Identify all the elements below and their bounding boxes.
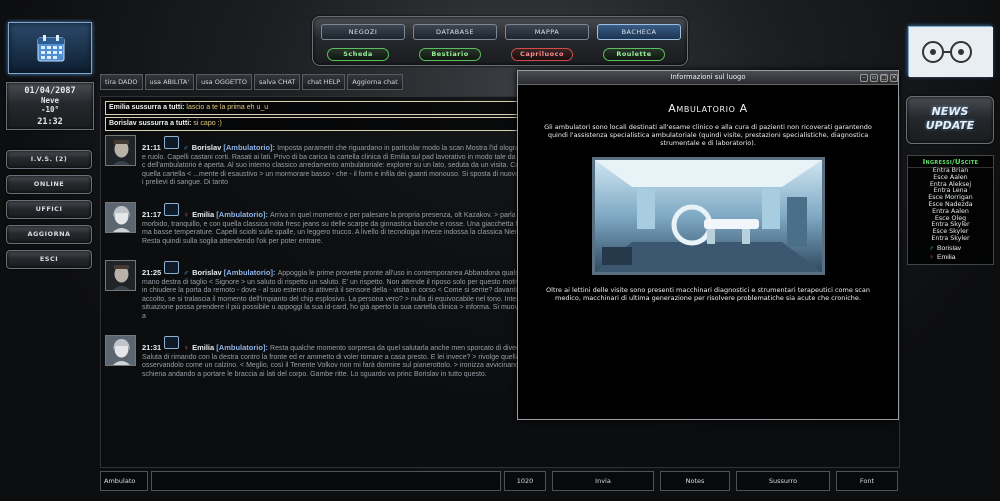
esci-button[interactable]: ESCI [6,250,92,269]
sender-name[interactable]: Borislav [192,268,222,277]
nav-database[interactable]: DATABASE [413,24,497,40]
sender-location: [Ambulatorio]: [216,210,268,219]
minimize-icon[interactable]: – [860,74,868,82]
update-label: UPDATE [925,119,975,132]
game-date: 01/04/2087 [24,86,76,96]
calendar-icon [37,35,65,62]
whisper-text: lascio a te la prima eh u_u [186,104,269,111]
message-time: 21:17 [142,210,162,219]
location-image [591,157,825,275]
nav-capriluoco[interactable]: Capriluoco [511,48,573,61]
male-icon: ♂ [929,245,935,252]
location-description: Gli ambulatori sono locali destinati all… [544,123,872,147]
tool-usa-abilita[interactable]: usa ABILITA' [144,74,195,90]
whisper-sender: Borislav sussurra a tutti: [109,120,192,127]
location-input[interactable]: Ambulato [100,471,148,491]
sender-name[interactable]: Emilia [192,210,214,219]
nav-scheda[interactable]: Scheda [327,48,389,61]
tool-chat-help[interactable]: chat HELP [302,74,346,90]
modify-icon[interactable] [164,336,180,349]
uffici-button[interactable]: UFFICI [6,200,92,219]
online-user-name: Borislav [937,245,962,252]
message-input[interactable] [151,471,501,491]
message-time: 21:31 [142,343,162,352]
maximize-icon[interactable]: □ [880,74,888,82]
aggiorna-button[interactable]: AGGIORNA [6,225,92,244]
top-navigation: NEGOZI DATABASE MAPPA BACHECA Scheda Bes… [312,16,688,66]
right-column: NEWS UPDATE Ingressi/Uscite Entra Brian … [900,0,1000,501]
chat-toolbar: tira DADO usa ABILITA' usa OGGETTO salva… [100,74,403,90]
avatar[interactable] [105,202,136,233]
nav-bacheca[interactable]: BACHECA [597,24,681,40]
online-button[interactable]: ONLINE [6,175,92,194]
whisper-sender: Emilia sussurra a tutti: [109,104,185,111]
weather: Neve [40,96,60,105]
calendar-panel[interactable] [8,22,92,74]
datetime-panel: 01/04/2087 Neve -10° 21:32 [6,82,94,130]
nav-bestiario[interactable]: Bestiario [419,48,481,61]
message-time: 21:25 [142,268,162,277]
tool-usa-oggetto[interactable]: usa OGGETTO [196,74,252,90]
send-button[interactable]: Invia [552,471,654,491]
left-column: 01/04/2087 Neve -10° 21:32 I.V.S. (2) ON… [0,0,100,501]
sender-location: [Ambulatorio]: [216,343,268,352]
avatar[interactable] [105,135,136,166]
tool-salva-chat[interactable]: salva CHAT [253,74,301,90]
avatar[interactable] [105,335,136,366]
nav-mappa[interactable]: MAPPA [505,24,589,40]
female-icon: ♀ [929,254,935,261]
whisper-button[interactable]: Sussurro [736,471,830,491]
female-icon: ♀ [183,343,189,352]
male-icon: ♂ [182,143,189,152]
modify-icon[interactable] [164,261,180,274]
window-titlebar[interactable]: Informazioni sul luogo – ▫ □ × [518,71,898,85]
window-title: Informazioni sul luogo [670,73,746,81]
entry-event: Entra Skyler [931,234,970,242]
online-user[interactable]: ♀ Emilia [928,253,961,262]
sender-location: [Ambulatorio]: [223,143,276,152]
restore-icon[interactable]: ▫ [870,74,878,82]
tool-tira-dado[interactable]: tira DADO [100,74,143,90]
font-button[interactable]: Font [836,471,898,491]
online-users-list: ♂ Borislav ♀ Emilia [928,244,961,262]
location-equipment: Oltre ai lettini delle visite sono prese… [546,286,870,302]
close-icon[interactable]: × [890,74,898,82]
news-update-button[interactable]: NEWS UPDATE [906,96,994,144]
online-user-name: Emilia [937,254,956,261]
male-icon: ♂ [183,268,189,277]
modify-icon[interactable] [164,203,180,216]
notes-button[interactable]: Notes [660,471,730,491]
location-title: Ambulatorio A [668,102,748,115]
game-time: 21:32 [37,117,63,127]
sender-name[interactable]: Borislav [192,143,222,152]
temperature: -10° [40,105,60,114]
tool-aggiorna-chat[interactable]: Aggiorna chat [347,74,403,90]
whisper-text: si capo :) [193,120,222,127]
message-time: 21:11 [142,143,161,152]
location-info-window[interactable]: Informazioni sul luogo – ▫ □ × Ambulator… [517,70,899,420]
avatar[interactable] [105,260,136,291]
female-icon: ♀ [183,210,189,219]
nav-negozi[interactable]: NEGOZI [321,24,405,40]
profile-icon [909,27,993,77]
sender-location: [Ambulatorio]: [223,268,276,277]
modify-icon[interactable] [163,136,179,149]
sender-name[interactable]: Emilia [192,343,214,352]
ivs-button[interactable]: I.V.S. (2) [6,150,92,169]
online-user[interactable]: ♂ Borislav [928,244,961,253]
news-label: NEWS [931,105,969,118]
profile-panel[interactable] [908,26,993,77]
nav-roulette[interactable]: Roulette [603,48,665,61]
char-counter: 1020 [504,471,546,491]
